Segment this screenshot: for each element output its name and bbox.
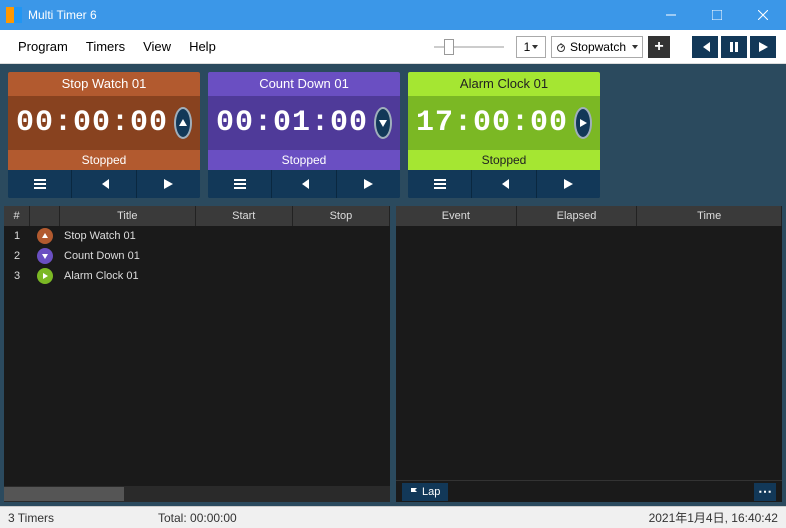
titlebar: Multi Timer 6 [0, 0, 786, 30]
window-title: Multi Timer 6 [28, 8, 648, 22]
status-total: Total: 00:00:00 [158, 511, 649, 525]
col-start[interactable]: Start [196, 206, 293, 226]
skip-back-button[interactable] [692, 36, 718, 58]
events-panel: Event Elapsed Time Lap ⋯ [396, 206, 782, 502]
status-timer-count: 3 Timers [8, 511, 158, 525]
col-event[interactable]: Event [396, 206, 517, 226]
col-icon[interactable] [30, 206, 60, 226]
card-status: Stopped [208, 150, 400, 170]
play-button[interactable] [750, 36, 776, 58]
maximize-button[interactable] [694, 0, 740, 30]
countdown-badge-icon [37, 248, 53, 264]
card-reset-button[interactable] [272, 170, 336, 198]
card-reset-button[interactable] [72, 170, 136, 198]
card-play-button[interactable] [174, 107, 192, 139]
card-play-button[interactable] [574, 107, 592, 139]
timer-card-alarm[interactable]: Alarm Clock 01 17:00:00 Stopped [408, 72, 600, 198]
stopwatch-badge-icon [37, 228, 53, 244]
minimize-button[interactable] [648, 0, 694, 30]
more-button[interactable]: ⋯ [754, 483, 776, 501]
card-time: 00:00:00 [16, 106, 168, 140]
col-elapsed[interactable]: Elapsed [517, 206, 638, 226]
count-spinner[interactable]: 1 [516, 36, 546, 58]
timers-list-panel: # Title Start Stop 1 Stop Watch 01 2 Cou… [4, 206, 390, 502]
card-menu-button[interactable] [208, 170, 272, 198]
menu-help[interactable]: Help [181, 35, 224, 58]
close-button[interactable] [740, 0, 786, 30]
status-clock: 2021年1月4日, 16:40:42 [649, 509, 778, 526]
card-title: Stop Watch 01 [8, 72, 200, 96]
zoom-slider[interactable] [434, 37, 504, 57]
lap-button[interactable]: Lap [402, 483, 448, 501]
menu-timers[interactable]: Timers [78, 35, 133, 58]
card-time: 17:00:00 [416, 106, 568, 140]
mode-dropdown[interactable]: Stopwatch [551, 36, 643, 58]
workspace: Stop Watch 01 00:00:00 Stopped Count Dow… [0, 64, 786, 506]
table-row[interactable]: 2 Count Down 01 [4, 246, 390, 266]
card-menu-button[interactable] [408, 170, 472, 198]
flag-icon [410, 488, 418, 496]
col-title[interactable]: Title [60, 206, 196, 226]
statusbar: 3 Timers Total: 00:00:00 2021年1月4日, 16:4… [0, 506, 786, 528]
menu-view[interactable]: View [135, 35, 179, 58]
col-time[interactable]: Time [637, 206, 782, 226]
col-stop[interactable]: Stop [293, 206, 390, 226]
pause-button[interactable] [721, 36, 747, 58]
card-start-button[interactable] [537, 170, 600, 198]
menubar: Program Timers View Help 1 Stopwatch + [0, 30, 786, 64]
alarm-badge-icon [37, 268, 53, 284]
table-row[interactable]: 3 Alarm Clock 01 [4, 266, 390, 286]
card-reset-button[interactable] [472, 170, 536, 198]
timer-cards: Stop Watch 01 00:00:00 Stopped Count Dow… [0, 64, 786, 206]
app-icon [6, 7, 22, 23]
add-timer-button[interactable]: + [648, 36, 670, 58]
col-num[interactable]: # [4, 206, 30, 226]
card-play-button[interactable] [374, 107, 392, 139]
card-title: Count Down 01 [208, 72, 400, 96]
card-title: Alarm Clock 01 [408, 72, 600, 96]
card-time: 00:01:00 [216, 106, 368, 140]
card-start-button[interactable] [137, 170, 200, 198]
menu-program[interactable]: Program [10, 35, 76, 58]
timer-card-stopwatch[interactable]: Stop Watch 01 00:00:00 Stopped [8, 72, 200, 198]
table-row[interactable]: 1 Stop Watch 01 [4, 226, 390, 246]
card-status: Stopped [408, 150, 600, 170]
card-menu-button[interactable] [8, 170, 72, 198]
card-start-button[interactable] [337, 170, 400, 198]
stopwatch-icon [556, 42, 566, 52]
horizontal-scrollbar[interactable] [4, 486, 390, 502]
card-status: Stopped [8, 150, 200, 170]
timer-card-countdown[interactable]: Count Down 01 00:01:00 Stopped [208, 72, 400, 198]
